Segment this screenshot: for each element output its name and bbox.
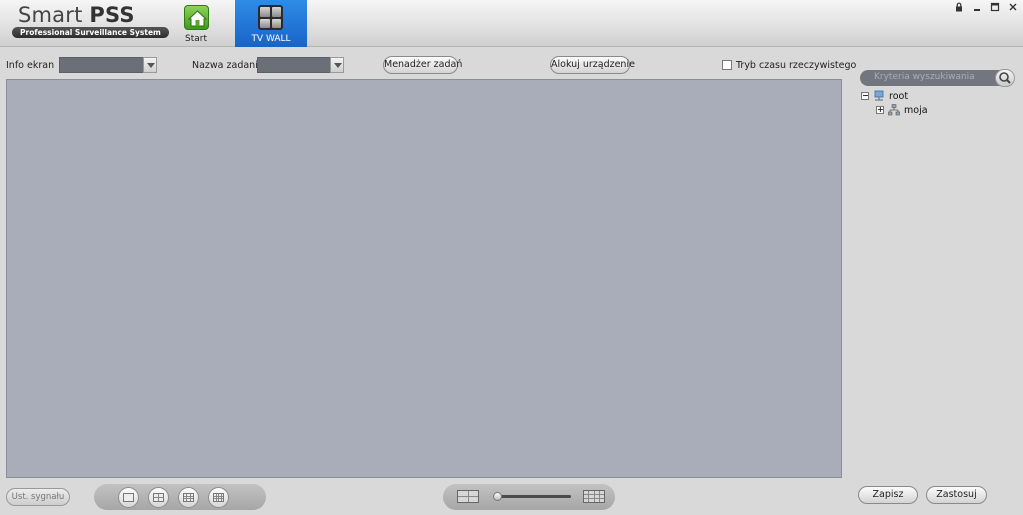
expand-icon[interactable]: + xyxy=(876,106,884,114)
layout-1x1-button[interactable] xyxy=(118,487,139,508)
zoom-control xyxy=(443,484,615,510)
chevron-down-icon[interactable] xyxy=(330,57,344,73)
signal-settings-button[interactable]: Ust. sygnału xyxy=(6,488,70,506)
collapse-icon[interactable]: − xyxy=(861,92,869,100)
realtime-checkbox[interactable] xyxy=(722,60,732,70)
app-title-light: Smart xyxy=(18,3,90,27)
search-button[interactable] xyxy=(995,69,1015,87)
task-name-combo[interactable] xyxy=(257,57,344,73)
zoom-slider-handle[interactable] xyxy=(493,492,502,501)
info-screen-combo[interactable] xyxy=(59,57,157,73)
close-icon[interactable] xyxy=(1006,2,1020,14)
layout-2x2-button[interactable] xyxy=(148,487,169,508)
search-icon xyxy=(999,72,1011,84)
save-button[interactable]: Zapisz xyxy=(858,486,918,504)
layout-3x3-button[interactable] xyxy=(178,487,199,508)
root-node-icon xyxy=(874,90,884,101)
search-input[interactable]: Kryteria wyszukiwania xyxy=(874,72,975,82)
top-bar: Smart PSS Professional Surveillance Syst… xyxy=(0,0,1023,47)
apply-button[interactable]: Zastosuj xyxy=(926,486,987,504)
device-group-icon xyxy=(888,104,900,116)
layout-selector xyxy=(94,484,266,510)
app-subtitle: Professional Surveillance System xyxy=(12,27,169,38)
task-name-label: Nazwa zadania xyxy=(192,60,264,71)
info-screen-label: Info ekran xyxy=(6,60,55,71)
tab-start[interactable]: Start xyxy=(170,0,222,47)
tree-node-moja-label: moja xyxy=(904,104,928,116)
lock-icon[interactable] xyxy=(952,2,966,14)
app-logo-title: Smart PSS xyxy=(18,3,135,27)
chevron-down-icon[interactable] xyxy=(143,57,157,73)
tree-node-root[interactable]: − root xyxy=(861,90,908,102)
layout-2x2-icon xyxy=(153,493,164,502)
zoom-in-grid-icon[interactable] xyxy=(583,490,605,503)
zoom-out-grid-icon[interactable] xyxy=(457,490,479,503)
tab-tv-wall[interactable]: TV WALL xyxy=(235,0,307,47)
layout-4x4-icon xyxy=(213,493,224,502)
task-manager-button[interactable]: Menadżer zadań xyxy=(383,56,462,74)
tab-tv-wall-label: TV WALL xyxy=(251,34,291,44)
window-controls xyxy=(952,2,1020,14)
layout-1x1-icon xyxy=(123,493,134,502)
app-title-bold: PSS xyxy=(89,3,135,27)
layout-4x4-button[interactable] xyxy=(208,487,229,508)
layout-3x3-icon xyxy=(183,493,194,502)
home-icon xyxy=(184,5,209,30)
zoom-slider-track[interactable] xyxy=(497,495,571,498)
tv-wall-canvas[interactable] xyxy=(6,79,842,478)
allocate-device-button[interactable]: Alokuj urządzenie xyxy=(550,56,635,74)
tree-node-root-label: root xyxy=(889,90,909,102)
search-box[interactable]: Kryteria wyszukiwania xyxy=(860,69,1015,87)
tree-node-moja[interactable]: + moja xyxy=(876,104,928,116)
tab-start-label: Start xyxy=(185,34,207,44)
minimize-icon[interactable] xyxy=(970,2,984,14)
tv-wall-icon xyxy=(258,5,283,30)
maximize-icon[interactable] xyxy=(988,2,1002,14)
realtime-label: Tryb czasu rzeczywistego xyxy=(736,60,857,71)
